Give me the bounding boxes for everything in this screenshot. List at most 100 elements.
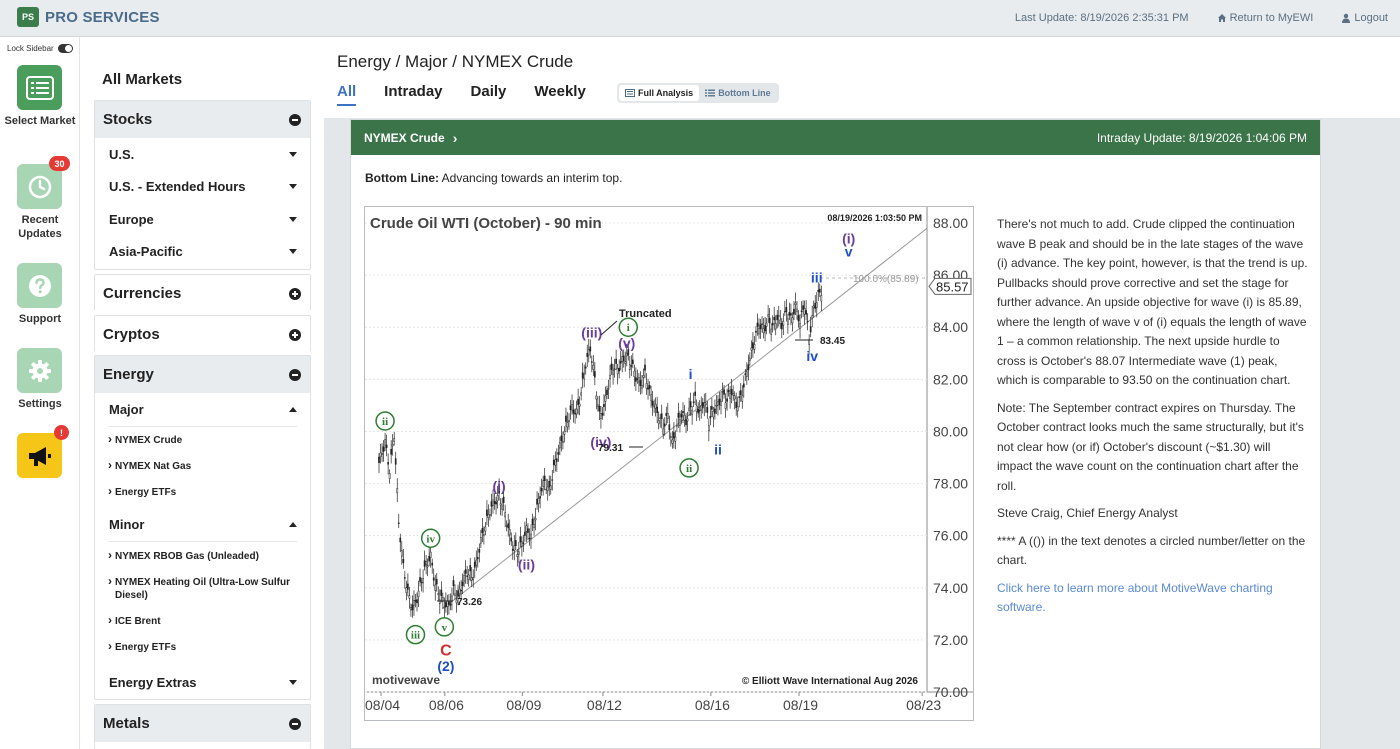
circled-note: **** A (()) in the text denotes a circle… (997, 533, 1306, 568)
collapse-icon[interactable] (289, 717, 301, 730)
heating-oil-link[interactable]: NYMEX Heating Oil (Ultra-Low Sulfur Dies… (95, 575, 310, 602)
motivewave-link[interactable]: Click here to learn more about MotiveWav… (997, 581, 1273, 615)
tab-daily[interactable]: Daily (471, 83, 507, 106)
stocks-header[interactable]: Stocks (95, 101, 310, 138)
chevron-down-icon (289, 679, 297, 685)
tab-intraday[interactable]: Intraday (384, 83, 442, 106)
tab-all[interactable]: All (337, 83, 357, 106)
candle-body (559, 442, 561, 449)
candle-body (770, 328, 773, 335)
ice-brent-link[interactable]: ICE Brent (95, 614, 310, 628)
cryptos-header[interactable]: Cryptos (95, 316, 310, 353)
candle-body (557, 452, 560, 455)
expand-icon[interactable] (289, 328, 301, 341)
candle-body (549, 485, 552, 490)
candle-body (753, 344, 756, 350)
candle-body (530, 533, 532, 539)
metals-header[interactable]: Metals (95, 705, 310, 742)
chevron-down-icon (289, 216, 297, 222)
candle-body (531, 518, 534, 525)
return-link[interactable]: Return to MyEWI (1217, 12, 1313, 24)
collapse-icon[interactable] (289, 113, 301, 126)
candle-body (429, 551, 432, 558)
expand-icon[interactable] (289, 287, 301, 300)
wave-label: iii (411, 630, 420, 642)
lock-sidebar[interactable]: Lock Sidebar (7, 44, 73, 53)
support-button[interactable] (17, 263, 62, 308)
energy-major[interactable]: Major (95, 393, 310, 426)
annotation-low-3: 83.45 (820, 336, 845, 347)
lock-sidebar-toggle[interactable] (57, 44, 73, 53)
candle-body (601, 412, 604, 416)
support-label[interactable]: Support (0, 312, 80, 326)
candle-body (381, 453, 383, 455)
home-icon (1217, 14, 1226, 22)
candle-body (736, 406, 739, 412)
candle-body (437, 593, 440, 595)
candle-body (811, 315, 814, 319)
bottom-line-button[interactable]: Bottom Line (699, 85, 777, 101)
annotation-low-2: 73.26 (457, 597, 482, 608)
logout-link[interactable]: Logout (1341, 12, 1388, 24)
stocks-us[interactable]: U.S. (95, 138, 310, 171)
rbob-link[interactable]: NYMEX RBOB Gas (Unleaded) (95, 549, 310, 563)
candle-body (650, 394, 652, 401)
candle-body (411, 604, 414, 611)
full-analysis-button[interactable]: Full Analysis (619, 85, 700, 101)
currencies-header[interactable]: Currencies (95, 275, 310, 312)
select-market-button[interactable] (17, 65, 62, 110)
candle-body (420, 581, 423, 584)
candle-body (711, 406, 713, 410)
candle-body (609, 374, 611, 380)
candle-body (597, 404, 599, 407)
settings-label[interactable]: Settings (0, 397, 80, 411)
full-analysis-label: Full Analysis (638, 88, 694, 98)
select-market-label[interactable]: Select Market (0, 114, 80, 128)
candle-body (578, 403, 581, 407)
energy-minor[interactable]: Minor (95, 509, 310, 542)
chevron-right-icon: › (452, 129, 458, 146)
candle-body (768, 317, 771, 324)
candle-body (780, 323, 783, 330)
card-title[interactable]: NYMEX Crude › (364, 130, 457, 146)
tab-weekly[interactable]: Weekly (534, 83, 585, 106)
logo[interactable]: PS PRO SERVICES (17, 7, 160, 27)
energy-etfs-link[interactable]: Energy ETFs (95, 485, 310, 499)
candle-body (615, 358, 617, 364)
candle-body (700, 405, 703, 411)
candle-body (610, 363, 613, 370)
candle-body (463, 575, 465, 582)
candle-body (583, 373, 586, 380)
x-tick-label: 08/06 (429, 697, 464, 713)
candle-body (665, 413, 668, 417)
candle-body (496, 495, 499, 502)
candle-body (612, 370, 614, 375)
all-markets-heading[interactable]: All Markets (102, 71, 182, 88)
stocks-europe[interactable]: Europe (95, 203, 310, 236)
energy-extras[interactable]: Energy Extras (95, 666, 310, 699)
candle-body (726, 398, 728, 402)
nymex-crude-link[interactable]: NYMEX Crude (95, 433, 310, 447)
list-icon (705, 89, 716, 97)
announcements-button[interactable] (17, 433, 62, 478)
energy-header[interactable]: Energy (95, 356, 310, 393)
recent-updates-label[interactable]: Recent Updates (0, 213, 80, 241)
candle-body (747, 364, 750, 371)
candle-body (685, 419, 687, 426)
candle-body (638, 377, 640, 383)
candle-body (639, 379, 642, 386)
stocks-us-extended[interactable]: U.S. - Extended Hours (95, 171, 310, 204)
nymex-natgas-link[interactable]: NYMEX Nat Gas (95, 459, 310, 473)
candle-body (752, 342, 754, 349)
price-chart[interactable]: 88.00 86.00 84.00 82.00 80.00 78.00 76.00 74.00… (364, 206, 974, 721)
stocks-asia-pacific[interactable]: Asia-Pacific (95, 236, 310, 269)
list-icon (25, 75, 54, 100)
x-tick-label: 08/09 (506, 697, 541, 713)
market-sidebar: All Markets Stocks U.S. U.S. - Extended … (81, 37, 324, 749)
x-tick-label: 08/19 (783, 697, 818, 713)
collapse-icon[interactable] (289, 368, 301, 381)
settings-button[interactable] (17, 348, 62, 393)
candle-body (669, 436, 672, 438)
candle-body (771, 322, 774, 326)
minor-energy-etfs-link[interactable]: Energy ETFs (95, 640, 310, 654)
